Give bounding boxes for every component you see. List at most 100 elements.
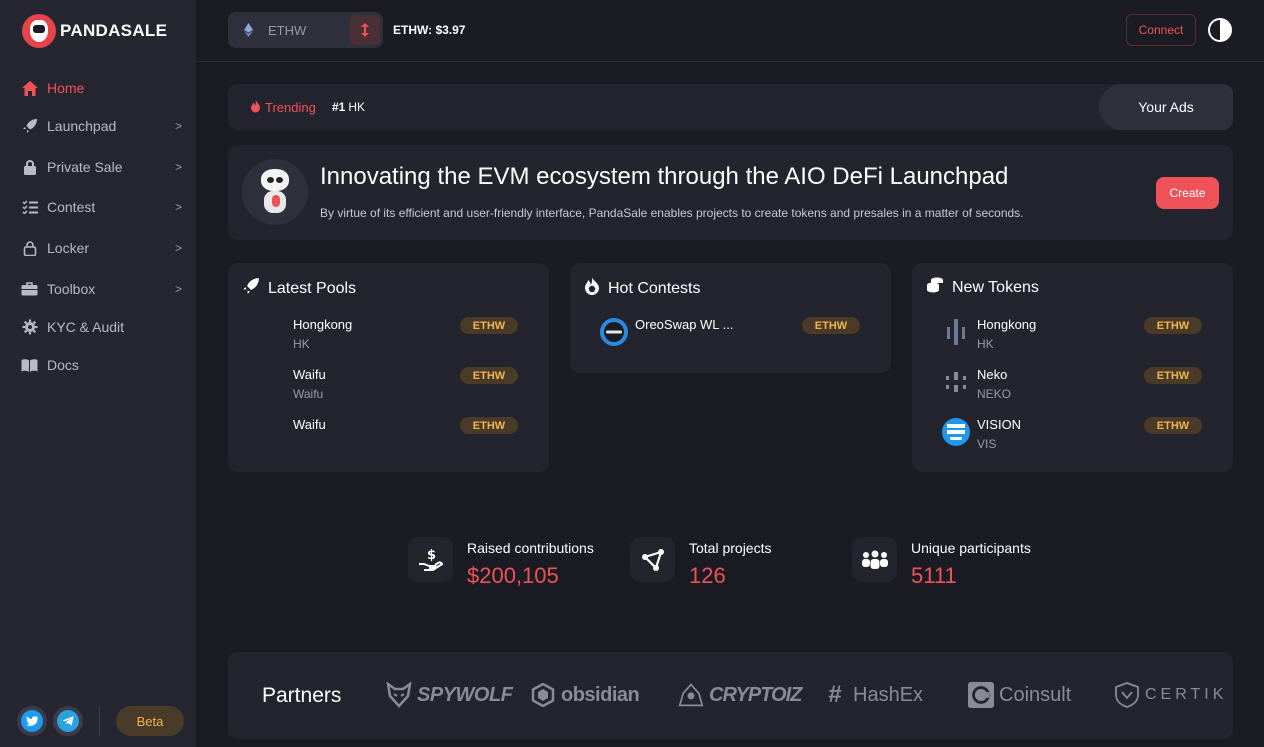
rocket-icon — [21, 118, 38, 135]
top-bar: ETHW ETHW: $3.97 Connect — [196, 0, 1264, 62]
panda-logo-icon — [22, 14, 56, 48]
your-ads-button[interactable]: Your Ads — [1099, 84, 1233, 130]
chain-name: ETHW — [268, 22, 307, 38]
hash-icon: # — [828, 681, 842, 708]
rocket-icon — [242, 277, 260, 300]
hot-contests-card: Hot Contests OreoSwap WL ... ETHW — [570, 263, 891, 373]
partner-certik[interactable]: CERTIK — [1114, 682, 1227, 708]
sidebar-item-home[interactable]: Home — [0, 70, 196, 106]
sidebar-item-locker[interactable]: Locker > — [0, 230, 196, 266]
chain-badge: ETHW — [460, 417, 518, 434]
twitter-button[interactable] — [17, 706, 47, 736]
new-tokens-card: New Tokens Hongkong HK ETHW Neko NEKO ET… — [912, 263, 1233, 472]
trending-bar: Trending #1 HK Your Ads — [228, 84, 1233, 130]
partner-cryptoiz[interactable]: CRYPTOIZ — [678, 682, 802, 708]
panda-mascot-icon — [242, 159, 308, 225]
partners-title: Partners — [262, 684, 342, 707]
connect-wallet-button[interactable]: Connect — [1126, 14, 1196, 46]
sidebar-item-label: Launchpad — [47, 118, 117, 134]
partner-coinsult[interactable]: Coinsult — [968, 682, 1071, 708]
partner-name: CRYPTOIZ — [709, 683, 802, 706]
sidebar-item-label: Docs — [47, 357, 79, 373]
stat-participants: Unique participants 5111 — [852, 537, 1031, 589]
sidebar-item-toolbox[interactable]: Toolbox > — [0, 271, 196, 307]
users-icon — [852, 537, 897, 582]
create-button[interactable]: Create — [1156, 177, 1219, 209]
sidebar-item-label: Home — [47, 80, 85, 96]
brand-name: PANDASALE — [60, 21, 168, 40]
sidebar-item-label: KYC & Audit — [47, 319, 125, 335]
hero-title: Innovating the EVM ecosystem through the… — [320, 163, 1009, 190]
home-icon — [21, 80, 38, 97]
token-logo-icon — [942, 368, 970, 396]
token-name: Hongkong — [977, 317, 1037, 332]
token-row[interactable]: Neko NEKO ETHW — [912, 367, 1233, 409]
card-title-text: Latest Pools — [268, 279, 357, 297]
trending-item[interactable]: #1 HK — [332, 100, 365, 114]
partner-hashex[interactable]: # HashEx — [822, 681, 924, 708]
partner-spywolf[interactable]: SPYWOLF — [386, 682, 513, 708]
pool-row[interactable]: Waifu Waifu ETHW — [228, 367, 549, 409]
chain-badge: ETHW — [802, 317, 860, 334]
chevron-right-icon: > — [174, 200, 182, 214]
theme-toggle-icon[interactable] — [1208, 18, 1232, 42]
pool-symbol: Waifu — [293, 387, 324, 401]
pool-row[interactable]: Waifu ETHW — [228, 417, 549, 459]
partner-name: SPYWOLF — [417, 683, 513, 706]
chain-badge: ETHW — [460, 317, 518, 334]
sidebar-item-launchpad[interactable]: Launchpad > — [0, 108, 196, 144]
pool-row[interactable]: Hongkong HK ETHW — [228, 317, 549, 359]
money-hand-icon: $ — [408, 537, 453, 582]
trending-label: Trending — [250, 99, 316, 116]
card-title: New Tokens — [926, 277, 1039, 298]
stat-label: Unique participants — [911, 540, 1031, 556]
stat-label: Total projects — [689, 540, 772, 556]
token-row[interactable]: Hongkong HK ETHW — [912, 317, 1233, 359]
brand-logo[interactable]: PANDASALE — [22, 14, 167, 48]
sidebar-item-label: Toolbox — [47, 281, 96, 297]
hero-banner: Innovating the EVM ecosystem through the… — [228, 145, 1233, 240]
token-row[interactable]: VISION VIS ETHW — [912, 417, 1233, 459]
trending-rank: #1 — [332, 100, 346, 114]
pool-symbol: HK — [293, 337, 310, 351]
card-title-text: Hot Contests — [608, 279, 701, 297]
list-check-icon — [21, 199, 38, 216]
card-title: Hot Contests — [584, 277, 700, 300]
sidebar-item-private-sale[interactable]: Private Sale > — [0, 149, 196, 185]
stat-label: Raised contributions — [467, 540, 594, 556]
partner-name: obsidian — [561, 683, 640, 706]
contest-row[interactable]: OreoSwap WL ... ETHW — [570, 317, 891, 359]
stat-projects: Total projects 126 — [630, 537, 771, 589]
oreoswap-logo-icon — [600, 318, 628, 346]
chevron-right-icon: > — [174, 160, 182, 174]
stat-value: 5111 — [911, 563, 957, 588]
divider — [99, 706, 100, 736]
sidebar-item-label: Private Sale — [47, 159, 123, 175]
fire-icon — [250, 99, 261, 116]
chain-selector[interactable]: ETHW — [228, 12, 383, 48]
telegram-button[interactable] — [53, 706, 83, 736]
swap-arrows-icon[interactable] — [350, 15, 380, 45]
partners-section: Partners SPYWOLF obsidian CRYPTOIZ # Has… — [228, 652, 1233, 739]
card-title-text: New Tokens — [952, 278, 1039, 296]
ethereum-icon — [228, 23, 268, 37]
svg-text:$: $ — [427, 548, 436, 563]
pool-name: Hongkong — [293, 317, 353, 332]
twitter-icon — [21, 710, 43, 732]
beta-badge[interactable]: Beta — [116, 706, 184, 736]
partner-obsidian[interactable]: obsidian — [530, 682, 640, 708]
sidebar: PANDASALE Home Launchpad > Private Sale … — [0, 0, 196, 747]
book-icon — [21, 357, 38, 374]
chain-badge: ETHW — [460, 367, 518, 384]
pool-name: Waifu — [293, 417, 326, 432]
chevron-right-icon: > — [174, 241, 182, 255]
partner-name: CERTIK — [1145, 686, 1228, 703]
sidebar-item-contest[interactable]: Contest > — [0, 189, 196, 225]
sidebar-item-kyc-audit[interactable]: KYC & Audit — [0, 309, 196, 345]
sidebar-item-docs[interactable]: Docs — [0, 347, 196, 383]
partner-name: HashEx — [853, 683, 924, 706]
contest-name: OreoSwap WL ... — [635, 317, 734, 332]
token-name: Neko — [977, 367, 1008, 382]
sidebar-item-label: Locker — [47, 240, 90, 256]
chain-badge: ETHW — [1144, 317, 1202, 334]
